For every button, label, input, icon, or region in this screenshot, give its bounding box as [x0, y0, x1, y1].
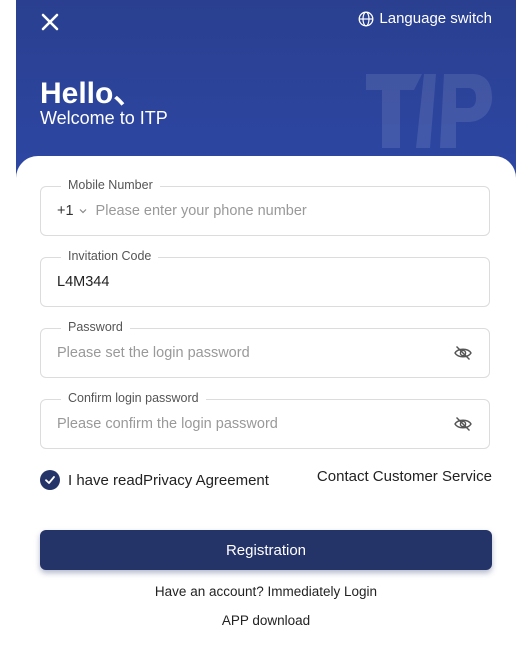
- invitation-code-input[interactable]: [57, 274, 473, 290]
- contact-customer-service-link[interactable]: Contact Customer Service: [317, 468, 492, 485]
- language-switch-label: Language switch: [379, 10, 492, 27]
- eye-off-icon[interactable]: [453, 414, 473, 434]
- welcome-subtitle: Welcome to ITP: [40, 108, 168, 128]
- password-field: Password: [40, 320, 490, 378]
- eye-off-icon[interactable]: [453, 343, 473, 363]
- checkmark-icon: [45, 476, 55, 484]
- close-icon[interactable]: [38, 10, 62, 34]
- login-prompt[interactable]: Have an account? Immediately Login: [16, 584, 516, 599]
- invitation-code-field: Invitation Code: [40, 249, 490, 307]
- itp-logo-watermark: [366, 74, 492, 148]
- confirm-password-input[interactable]: [57, 416, 453, 432]
- app-download-link[interactable]: APP download: [16, 613, 516, 628]
- registration-button[interactable]: Registration: [40, 530, 492, 570]
- globe-icon: [358, 11, 374, 26]
- register-screen: Language switch Hello、 Welcome to ITP Mo…: [16, 0, 516, 647]
- agreement-checkbox[interactable]: [40, 470, 60, 490]
- register-form-card: Mobile Number +1 Invitation Code Passwor…: [16, 156, 516, 647]
- privacy-agreement: I have readPrivacy Agreement: [40, 470, 269, 490]
- mobile-number-field: Mobile Number +1: [40, 178, 490, 236]
- password-input[interactable]: [57, 345, 453, 361]
- agreement-text[interactable]: I have readPrivacy Agreement: [68, 472, 269, 489]
- mobile-number-input[interactable]: [95, 203, 473, 219]
- country-code-value: +1: [57, 203, 74, 219]
- confirm-password-field: Confirm login password: [40, 391, 490, 449]
- greeting-title: Hello、: [40, 77, 144, 110]
- country-code-select[interactable]: +1: [57, 203, 88, 219]
- chevron-down-icon: [79, 209, 86, 214]
- language-switch[interactable]: Language switch: [358, 10, 492, 27]
